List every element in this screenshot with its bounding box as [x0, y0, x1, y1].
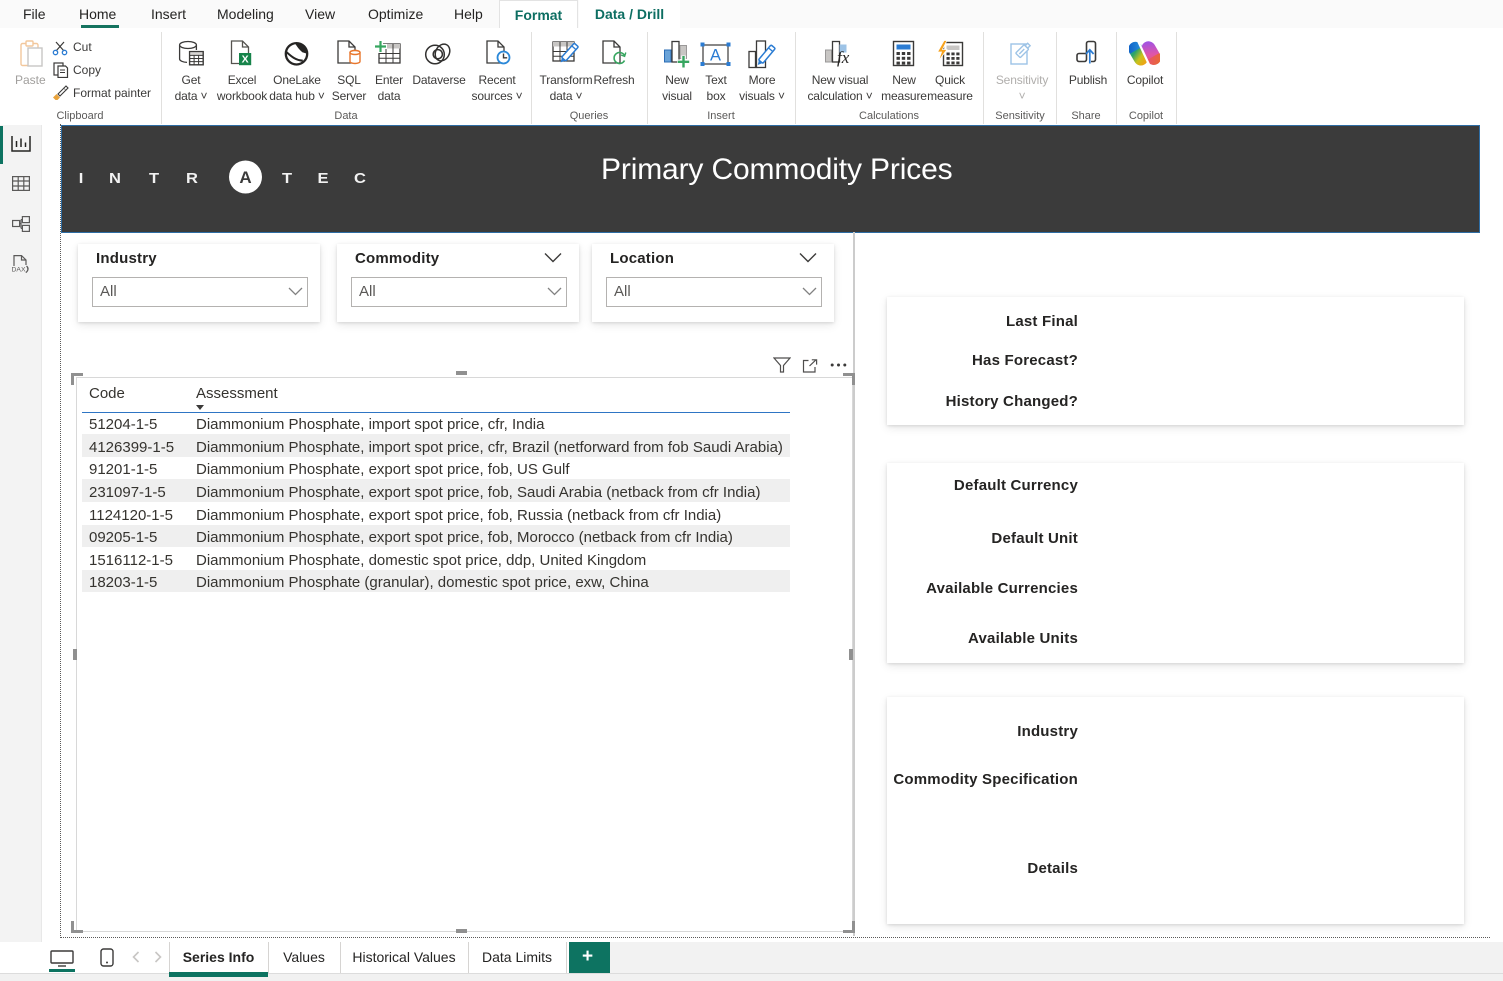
svg-text:E: E	[318, 171, 329, 187]
svg-text:N: N	[109, 171, 121, 187]
svg-text:C: C	[354, 171, 366, 187]
svg-text:T: T	[282, 171, 293, 187]
svg-text:A: A	[710, 47, 721, 65]
svg-text:A: A	[239, 168, 251, 187]
svg-text:T: T	[149, 171, 160, 187]
svg-text:R: R	[186, 171, 198, 187]
svg-text:DAX: DAX	[12, 267, 26, 274]
svg-text:fx: fx	[837, 48, 850, 67]
svg-text:I: I	[79, 171, 84, 187]
svg-text:X: X	[242, 54, 249, 66]
